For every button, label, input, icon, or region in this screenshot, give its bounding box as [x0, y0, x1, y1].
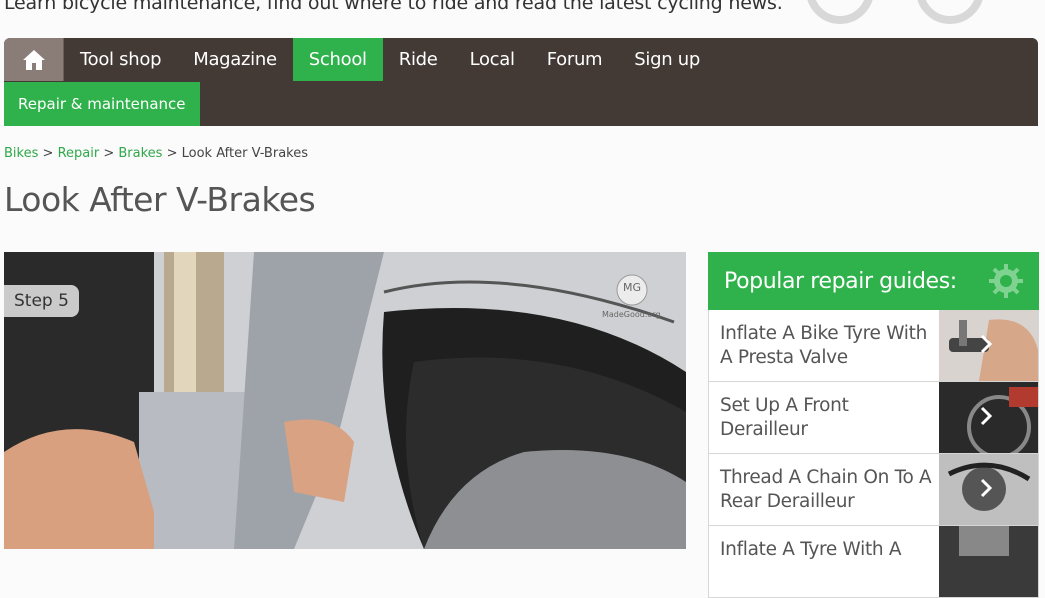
- photo-watermark: MadeGood.org: [602, 310, 661, 319]
- step-badge: Step 5: [4, 285, 79, 317]
- guide-link[interactable]: Set Up A Front Derailleur: [720, 394, 935, 442]
- guide-item[interactable]: Inflate A Tyre With A: [708, 526, 1039, 598]
- nav-local[interactable]: Local: [454, 38, 531, 81]
- nav-forum[interactable]: Forum: [531, 38, 619, 81]
- chevron-right-icon: [980, 406, 993, 426]
- subnav-repair-maintenance[interactable]: Repair & maintenance: [4, 82, 200, 126]
- nav-school[interactable]: School: [292, 38, 383, 81]
- breadcrumb-separator: >: [42, 146, 54, 161]
- guide-link[interactable]: Inflate A Tyre With A: [720, 538, 935, 562]
- popular-guides-title: Popular repair guides:: [724, 268, 957, 294]
- guide-thumbnail: [939, 526, 1038, 597]
- guide-link[interactable]: Thread A Chain On To A Rear Derailleur: [720, 466, 935, 514]
- nav-magazine[interactable]: Magazine: [177, 38, 293, 81]
- nav-ride[interactable]: Ride: [383, 38, 454, 81]
- breadcrumb-separator: >: [166, 146, 178, 161]
- page-title: Look After V-Brakes: [4, 180, 316, 219]
- guide-thumbnail: [939, 454, 1038, 525]
- gear-icon: [989, 264, 1023, 298]
- main-navigation: Tool shop Magazine School Ride Local For…: [4, 38, 1038, 126]
- guide-thumbnail: [939, 310, 1038, 381]
- popular-guides-header: Popular repair guides:: [708, 252, 1039, 310]
- guide-item[interactable]: Thread A Chain On To A Rear Derailleur: [708, 454, 1039, 526]
- brake-photo-illustration: [4, 252, 686, 549]
- breadcrumb-link-brakes[interactable]: Brakes: [118, 146, 162, 161]
- home-icon: [22, 49, 45, 70]
- breadcrumb-link-repair[interactable]: Repair: [58, 146, 100, 161]
- guide-item[interactable]: Inflate A Bike Tyre With A Presta Valve: [708, 310, 1039, 382]
- nav-tool-shop[interactable]: Tool shop: [64, 38, 177, 81]
- guide-link[interactable]: Inflate A Bike Tyre With A Presta Valve: [720, 322, 935, 370]
- breadcrumb-separator: >: [103, 146, 115, 161]
- breadcrumb-current: Look After V-Brakes: [181, 146, 308, 161]
- nav-home-button[interactable]: [4, 38, 63, 81]
- nav-sign-up[interactable]: Sign up: [618, 38, 716, 81]
- breadcrumb-link-bikes[interactable]: Bikes: [4, 146, 38, 161]
- chevron-right-icon: [980, 334, 993, 354]
- site-tagline: Learn bicycle maintenance, find out wher…: [4, 0, 783, 14]
- guide-thumbnail: [939, 382, 1038, 453]
- step-photo: MG MadeGood.org: [4, 252, 686, 549]
- popular-guides-panel: Popular repair guides: Inflate A Bike Ty…: [708, 252, 1039, 598]
- chevron-right-icon: [980, 478, 993, 498]
- guide-item[interactable]: Set Up A Front Derailleur: [708, 382, 1039, 454]
- bike-logo-icon: [807, 0, 983, 24]
- photo-logo: MG: [623, 281, 642, 294]
- breadcrumb: Bikes > Repair > Brakes > Look After V-B…: [4, 146, 308, 161]
